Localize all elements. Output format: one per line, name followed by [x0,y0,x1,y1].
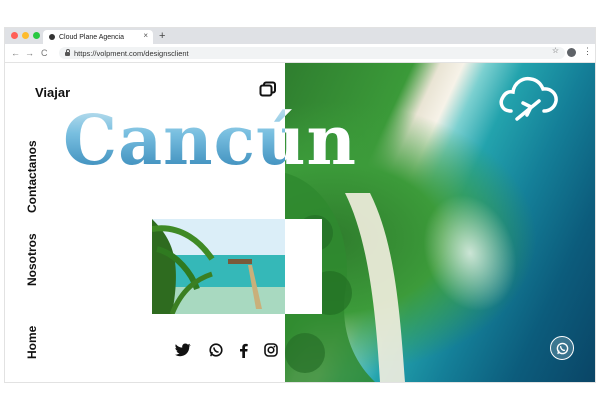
new-tab-button[interactable]: + [159,29,165,43]
cloud-plane-icon [497,73,559,128]
vertical-nav: Home Nosotros Contactanos [15,140,45,361]
window-controls [11,32,40,39]
reload-button[interactable]: C [41,47,48,59]
instagram-icon[interactable] [264,343,278,357]
tab-close-button[interactable]: × [143,31,148,40]
nav-link-nosotros[interactable]: Nosotros [25,233,39,286]
site-logo[interactable]: Viajar [35,85,70,100]
copy-icon[interactable] [259,81,277,102]
browser-toolbar: ← → C https://volpment.com/designsclient… [5,44,595,63]
browser-menu-button[interactable]: ⋮ [583,46,592,57]
forward-button[interactable]: → [25,47,34,59]
facebook-icon[interactable] [239,343,248,358]
whatsapp-icon [556,342,568,354]
white-panel [285,219,322,314]
favicon-icon [49,34,55,40]
nav-link-contactanos[interactable]: Contactanos [25,140,39,213]
lock-icon [65,49,70,56]
url-text[interactable]: https://volpment.com/designsclient [74,49,189,58]
beach-dock-photo [152,219,286,314]
whatsapp-chat-button[interactable] [550,336,574,360]
nav-link-home[interactable]: Home [25,326,39,359]
bookmark-star-icon[interactable]: ☆ [552,46,559,55]
whatsapp-icon[interactable] [209,343,223,357]
tab-strip: Cloud Plane Agencia × + [5,28,595,44]
beach-dock-illustration [152,219,286,314]
profile-avatar-icon[interactable] [567,48,576,57]
tab-title: Cloud Plane Agencia [59,33,124,41]
maximize-window-button[interactable] [33,32,40,39]
address-bar[interactable]: https://volpment.com/designsclient ☆ [59,46,565,59]
minimize-window-button[interactable] [22,32,29,39]
browser-tab[interactable]: Cloud Plane Agencia × [43,30,153,44]
back-button[interactable]: ← [11,47,20,59]
close-window-button[interactable] [11,32,18,39]
twitter-icon[interactable] [175,343,191,357]
browser-window: Cloud Plane Agencia × + ← → C https://vo… [5,28,595,382]
web-page: Viajar Cancún Cancún Home Nosotros Conta… [5,63,595,382]
